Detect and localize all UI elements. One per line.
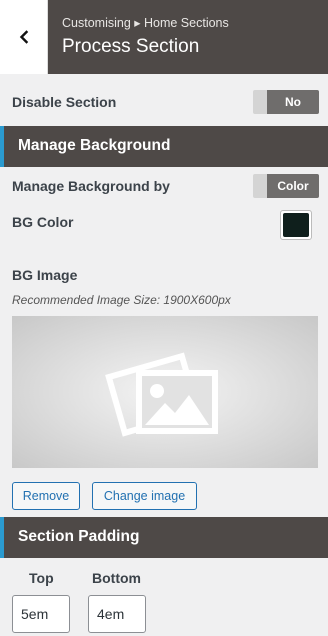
- padding-bottom-label: Bottom: [92, 570, 141, 586]
- section-title: Manage Background: [18, 137, 171, 154]
- disable-section-toggle[interactable]: No: [253, 90, 319, 114]
- manage-background-by-toggle[interactable]: Color: [253, 174, 319, 198]
- section-title: Section Padding: [18, 528, 140, 545]
- breadcrumb: Customising ▸ Home Sections: [62, 16, 229, 30]
- page-title: Process Section: [62, 36, 200, 57]
- toggle-value: Color: [267, 174, 319, 198]
- manage-background-header: Manage Background: [0, 126, 328, 167]
- disable-section-label: Disable Section: [12, 94, 117, 110]
- padding-top-label: Top: [29, 570, 54, 586]
- recommended-size-hint: Recommended Image Size: 1900X600px: [12, 293, 231, 307]
- section-padding-header: Section Padding: [0, 517, 328, 558]
- bg-image-preview[interactable]: [12, 316, 318, 468]
- remove-image-button[interactable]: Remove: [12, 482, 80, 510]
- bg-color-picker[interactable]: [280, 210, 312, 240]
- customizer-header: Customising ▸ Home Sections Process Sect…: [0, 0, 328, 74]
- back-button[interactable]: [0, 0, 48, 74]
- bg-color-label: BG Color: [12, 214, 74, 230]
- change-image-button[interactable]: Change image: [92, 482, 197, 510]
- manage-background-by-label: Manage Background by: [12, 178, 170, 194]
- padding-bottom-input[interactable]: [88, 595, 146, 633]
- color-swatch-fill: [283, 213, 309, 237]
- padding-top-input[interactable]: [12, 595, 70, 633]
- chevron-left-icon: [19, 30, 28, 44]
- image-placeholder-icon: [105, 352, 218, 437]
- toggle-value: No: [267, 90, 319, 114]
- bg-image-label: BG Image: [12, 267, 78, 283]
